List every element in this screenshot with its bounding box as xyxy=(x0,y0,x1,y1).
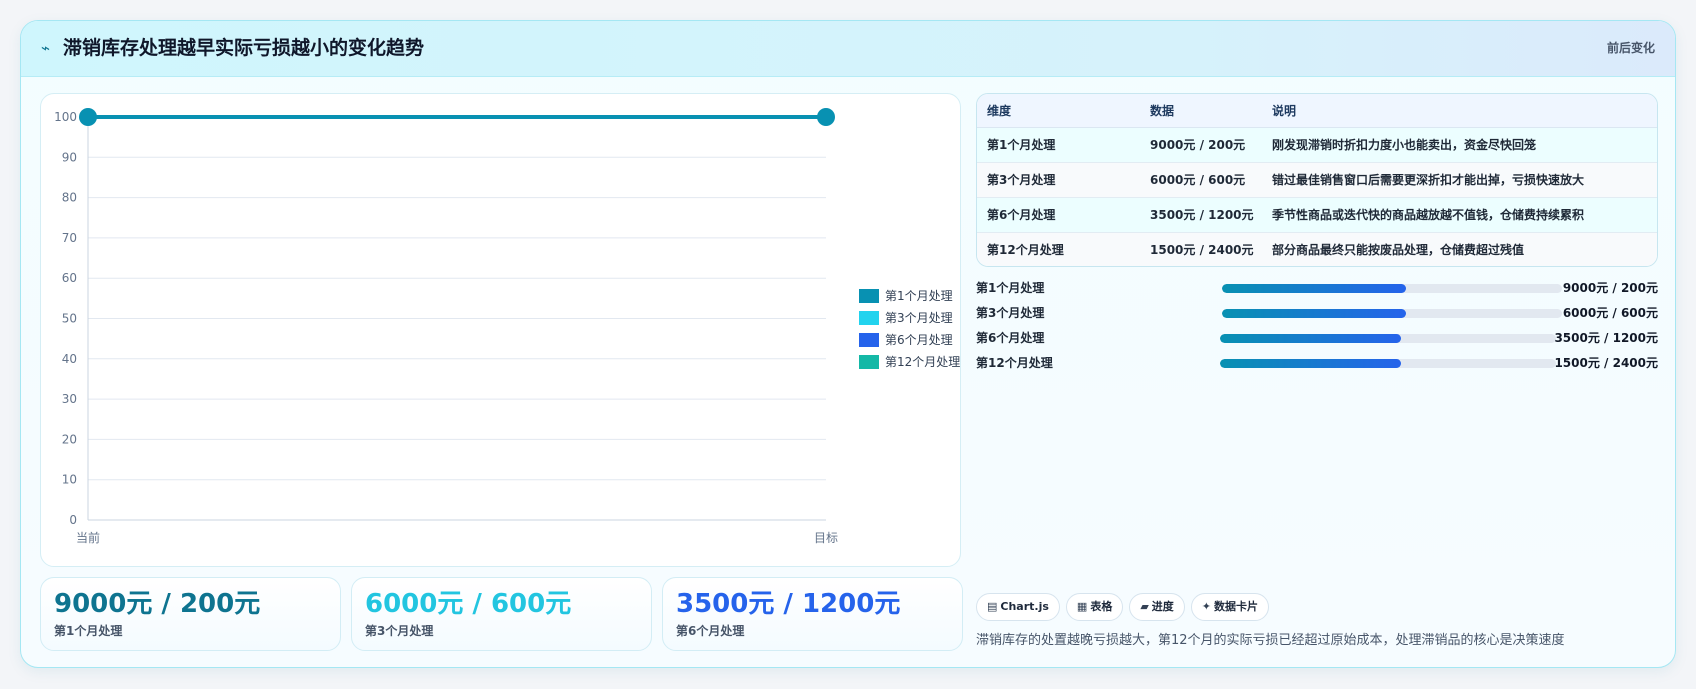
data-point xyxy=(817,108,835,126)
progress-label: 第12个月处理 xyxy=(976,356,1053,370)
line-chart: 0 10 20 30 40 50 60 70 80 90 100 当前 目标 第1个月处理第3个月处理第6… xyxy=(54,108,960,545)
chip-label: 数据卡片 xyxy=(1214,600,1259,613)
sparkle-icon: ✦ xyxy=(1201,600,1212,613)
table-header-data: 数据 xyxy=(1140,94,1262,128)
table-row: 第12个月处理 1500元 / 2400元 部分商品最终只能按废品处理，仓储费超… xyxy=(977,232,1657,266)
main-card: ⌁ 滞销库存处理越早实际亏损越小的变化趋势 前后变化 0 10 20 30 40 50 60… xyxy=(20,20,1676,668)
progress-track xyxy=(1222,284,1562,293)
progress-fill xyxy=(1220,334,1402,343)
chip-label: Chart.js xyxy=(1000,600,1049,613)
progress-value: 9000元 / 200元 xyxy=(1562,281,1658,295)
progress-label: 第6个月处理 xyxy=(976,331,1045,345)
progress-row: 第3个月处理 6000元 / 600元 xyxy=(976,302,1658,327)
progress-row: 第6个月处理 3500元 / 1200元 xyxy=(976,327,1658,352)
table-cell-data: 1500元 / 2400元 xyxy=(1140,232,1262,266)
progress-fill xyxy=(1220,359,1402,368)
card-header: ⌁ 滞销库存处理越早实际亏损越小的变化趋势 前后变化 xyxy=(21,21,1675,77)
kpi-value: 3500元 / 1200元 xyxy=(676,589,901,619)
legend-label: 第6个月处理 xyxy=(885,333,953,347)
chart-icon: ▤ xyxy=(987,600,998,613)
kpi-value: 6000元 / 600元 xyxy=(365,589,572,619)
x-tick-label: 当前 xyxy=(76,530,100,545)
table-header-row: 维度 数据 说明 xyxy=(977,94,1657,128)
table-cell-data: 6000元 / 600元 xyxy=(1140,162,1262,198)
data-table-panel: 维度 数据 说明 第1个月处理 9000元 / 200元 刚发现滞销时折扣力度小… xyxy=(976,93,1658,267)
card-title: 滞销库存处理越早实际亏损越小的变化趋势 xyxy=(63,37,425,59)
y-tick-label: 90 xyxy=(62,150,77,164)
chip-label: 表格 xyxy=(1090,600,1113,613)
progress-fill xyxy=(1222,309,1406,318)
progress-row: 第12个月处理 1500元 / 2400元 xyxy=(976,352,1658,377)
chip-label: 进度 xyxy=(1151,600,1174,613)
y-tick-label: 10 xyxy=(62,473,77,487)
progress-track xyxy=(1220,334,1556,343)
progress-fill xyxy=(1222,284,1406,293)
y-tick-label: 70 xyxy=(62,231,77,245)
progress-row: 第1个月处理 9000元 / 200元 xyxy=(976,277,1658,302)
kpi-card: 6000元 / 600元 第3个月处理 xyxy=(351,577,652,651)
legend-label: 第3个月处理 xyxy=(885,311,953,325)
trend-line-icon: ⌁ xyxy=(41,39,51,57)
table-cell-dim: 第3个月处理 xyxy=(977,162,1140,198)
table-cell-note: 刚发现滞销时折扣力度小也能卖出，资金尽快回笼 xyxy=(1262,127,1657,163)
progress-icon: ▰ xyxy=(1140,600,1149,613)
table-row: 第6个月处理 3500元 / 1200元 季节性商品或迭代快的商品越放越不值钱，… xyxy=(977,197,1657,233)
progress-label: 第1个月处理 xyxy=(976,281,1045,295)
data-table: 维度 数据 说明 第1个月处理 9000元 / 200元 刚发现滞销时折扣力度小… xyxy=(977,94,1657,266)
legend-label: 第1个月处理 xyxy=(885,289,953,303)
y-tick-label: 50 xyxy=(62,312,77,326)
table-cell-note: 错过最佳销售窗口后需要更深折扣才能出掉，亏损快速放大 xyxy=(1262,162,1657,198)
table-row: 第3个月处理 6000元 / 600元 错过最佳销售窗口后需要更深折扣才能出掉，… xyxy=(977,162,1657,198)
table-cell-data: 9000元 / 200元 xyxy=(1140,127,1262,163)
kpi-value: 9000元 / 200元 xyxy=(54,589,261,619)
kpi-card: 3500元 / 1200元 第6个月处理 xyxy=(662,577,963,651)
chip-chartjs[interactable]: ▤ Chart.js xyxy=(976,593,1060,621)
legend-label: 第12个月处理 xyxy=(885,355,960,369)
progress-label: 第3个月处理 xyxy=(976,306,1045,320)
kpi-label: 第1个月处理 xyxy=(54,624,123,638)
chart-panel: 0 10 20 30 40 50 60 70 80 90 100 当前 目标 第1个月处理 第3个月处理 第6… xyxy=(40,93,961,567)
legend-swatch xyxy=(859,311,879,325)
x-tick-label: 目标 xyxy=(814,531,838,545)
table-cell-note: 季节性商品或迭代快的商品越放越不值钱，仓储费持续累积 xyxy=(1262,197,1657,233)
progress-list: 第1个月处理 9000元 / 200元 第3个月处理 6000元 / 600元 … xyxy=(976,277,1658,377)
summary-text: 滞销库存的处置越晚亏损越大，第12个月的实际亏损已经超过原始成本，处理滞销品的核… xyxy=(976,633,1565,648)
header-tag: 前后变化 xyxy=(1606,41,1655,55)
legend-swatch xyxy=(859,333,879,347)
kpi-label: 第6个月处理 xyxy=(676,624,745,638)
legend-swatch xyxy=(859,355,879,369)
chip-progress[interactable]: ▰ 进度 xyxy=(1129,593,1185,621)
progress-track xyxy=(1220,359,1556,368)
y-tick-label: 100 xyxy=(54,110,77,124)
table-icon: ▦ xyxy=(1076,600,1088,613)
chip-table[interactable]: ▦ 表格 xyxy=(1065,593,1124,621)
y-tick-label: 30 xyxy=(62,392,77,406)
table-header-note: 说明 xyxy=(1262,94,1657,128)
table-cell-data: 3500元 / 1200元 xyxy=(1140,197,1262,233)
tech-chips: ▤ Chart.js ▦ 表格 ▰ 进度 ✦ 数据卡片 xyxy=(976,593,1275,621)
table-row: 第1个月处理 9000元 / 200元 刚发现滞销时折扣力度小也能卖出，资金尽快… xyxy=(977,127,1657,163)
progress-value: 1500元 / 2400元 xyxy=(1554,356,1658,370)
table-cell-note: 部分商品最终只能按废品处理，仓储费超过残值 xyxy=(1262,232,1657,266)
kpi-label: 第3个月处理 xyxy=(365,624,434,638)
y-tick-label: 80 xyxy=(62,191,77,205)
table-cell-dim: 第1个月处理 xyxy=(977,127,1140,163)
kpi-card: 9000元 / 200元 第1个月处理 xyxy=(40,577,341,651)
progress-value: 3500元 / 1200元 xyxy=(1554,331,1658,345)
legend-swatch xyxy=(859,289,879,303)
chip-data-card[interactable]: ✦ 数据卡片 xyxy=(1190,593,1270,621)
y-tick-label: 0 xyxy=(69,513,77,527)
progress-track xyxy=(1222,309,1562,318)
table-cell-dim: 第12个月处理 xyxy=(977,232,1140,266)
progress-value: 6000元 / 600元 xyxy=(1562,306,1658,320)
table-cell-dim: 第6个月处理 xyxy=(977,197,1140,233)
data-point xyxy=(79,108,97,126)
y-tick-label: 40 xyxy=(62,352,77,366)
y-tick-label: 20 xyxy=(62,432,77,446)
table-header-dim: 维度 xyxy=(977,94,1140,128)
y-tick-label: 60 xyxy=(62,271,77,285)
